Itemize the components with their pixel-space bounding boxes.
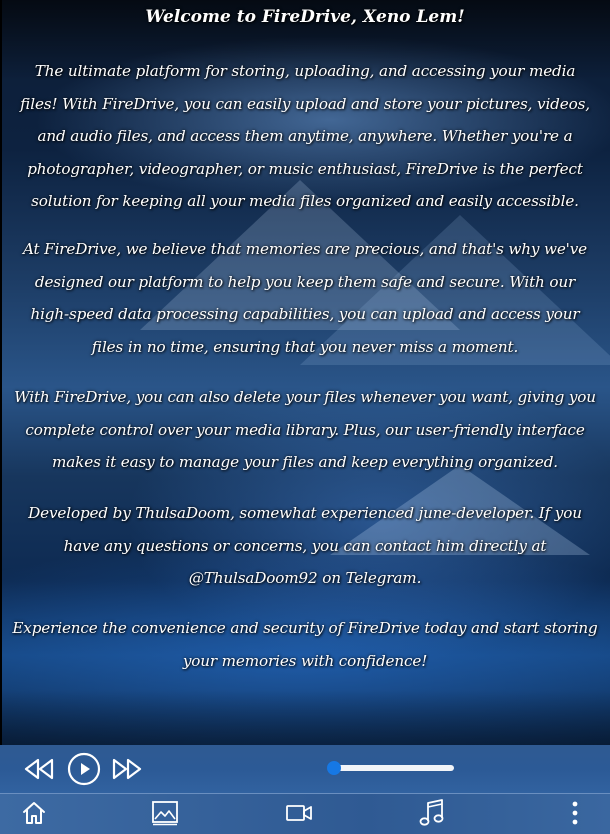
paragraph-line: The ultimate platform for storing, uploa… — [34, 62, 576, 80]
paragraph-line: @ThulsaDoom92 on Telegram. — [188, 569, 422, 588]
next-button[interactable] — [110, 755, 144, 783]
paragraph-line: With FireDrive, you can also delete your… — [14, 388, 596, 406]
paragraph-line: photographer, videographer, or music ent… — [27, 159, 583, 178]
progress-slider[interactable] — [326, 761, 454, 775]
more-options-button[interactable] — [560, 798, 590, 828]
home-icon — [23, 802, 45, 824]
paragraph-line: complete control over your media library… — [25, 420, 585, 439]
paragraph-line: files! With FireDrive, you can easily up… — [20, 94, 590, 113]
about-paragraph-control: With FireDrive, you can also delete your… — [0, 381, 610, 479]
nav-images[interactable] — [150, 798, 180, 828]
paragraph-line: Developed by ThulsaDoom, somewhat experi… — [28, 504, 582, 522]
media-player-bar — [0, 745, 610, 793]
play-icon — [67, 752, 101, 786]
app-frame: Welcome to FireDrive, Xeno Lem! The ulti… — [0, 0, 610, 834]
progress-thumb[interactable] — [326, 761, 341, 775]
paragraph-line: At FireDrive, we believe that memories a… — [23, 240, 587, 258]
about-paragraph-intro: The ultimate platform for storing, uploa… — [0, 55, 610, 218]
paragraph-line: files in no time, ensuring that you neve… — [91, 337, 519, 356]
previous-icon — [24, 758, 54, 780]
about-paragraph-developer: Developed by ThulsaDoom, somewhat experi… — [0, 497, 610, 595]
bottom-navigation — [0, 793, 610, 834]
paragraph-line: Experience the convenience and security … — [12, 619, 598, 637]
paragraph-line: solution for keeping all your media file… — [31, 192, 579, 211]
paragraph-line: makes it easy to manage your files and k… — [52, 453, 558, 472]
paragraph-line: have any questions or concerns, you can … — [63, 536, 547, 555]
nav-home[interactable] — [19, 798, 49, 828]
play-button[interactable] — [66, 751, 102, 787]
next-icon — [112, 758, 142, 780]
video-icon — [286, 805, 312, 821]
previous-button[interactable] — [22, 755, 56, 783]
paragraph-line: designed our platform to help you keep t… — [34, 272, 576, 291]
images-icon — [152, 801, 178, 826]
more-vertical-icon — [572, 801, 578, 825]
welcome-title: Welcome to FireDrive, Xeno Lem! — [145, 7, 465, 27]
music-icon — [419, 799, 444, 826]
paragraph-line: and audio files, and access them anytime… — [37, 127, 573, 146]
paragraph-line: high-speed data processing capabilities,… — [30, 305, 580, 324]
paragraph-line: your memories with confidence! — [182, 651, 428, 670]
nav-music[interactable] — [417, 798, 447, 828]
about-paragraph-memories: At FireDrive, we believe that memories a… — [0, 233, 610, 363]
about-paragraph-closing: Experience the convenience and security … — [0, 612, 610, 677]
nav-video[interactable] — [284, 798, 314, 828]
